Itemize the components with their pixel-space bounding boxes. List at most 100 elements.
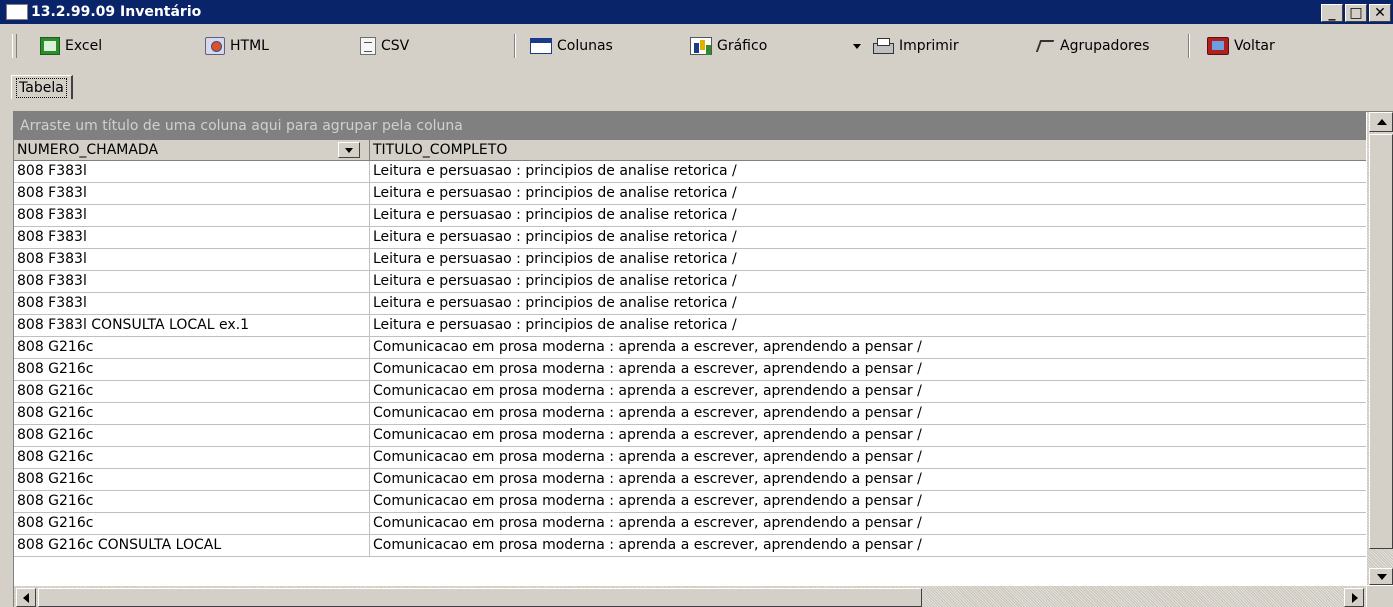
cell-numero-chamada[interactable]: 808 G216c [14, 337, 370, 358]
table-row[interactable]: 808 F383l Leitura e persuasao : principio… [14, 293, 1366, 315]
toolbar-separator [1188, 34, 1190, 58]
cell-numero-chamada[interactable]: 808 F383l [14, 227, 370, 248]
cell-titulo-completo[interactable]: Comunicacao em prosa moderna : aprenda a… [370, 425, 1366, 446]
tab-tabela[interactable]: Tabela [11, 75, 73, 99]
grid-body: 808 F383l Leitura e persuasao : principio… [14, 161, 1366, 557]
grafico-dropdown-arrow-icon[interactable] [853, 44, 861, 49]
column-header-label: TITULO_COMPLETO [373, 142, 508, 158]
scroll-right-arrow-icon[interactable] [1344, 588, 1364, 607]
maximize-button[interactable]: □ [1345, 4, 1367, 22]
cell-numero-chamada[interactable]: 808 G216c [14, 491, 370, 512]
voltar-button[interactable]: Voltar [1207, 34, 1275, 58]
table-row[interactable]: 808 F383l Leitura e persuasao : principio… [14, 205, 1366, 227]
data-grid: Arraste um título de uma coluna aqui par… [13, 111, 1393, 607]
cell-titulo-completo[interactable]: Leitura e persuasao : principios de anal… [370, 205, 1366, 226]
agrupadores-label: Agrupadores [1060, 38, 1150, 54]
cell-titulo-completo[interactable]: Leitura e persuasao : principios de anal… [370, 161, 1366, 182]
cell-numero-chamada[interactable]: 808 G216c [14, 513, 370, 534]
excel-label: Excel [65, 38, 103, 54]
toolbar: Excel HTML CSV Colunas Gráfico Imprimir … [0, 26, 1393, 66]
cell-numero-chamada[interactable]: 808 F383l [14, 271, 370, 292]
table-row[interactable]: 808 F383l Leitura e persuasao : principio… [14, 271, 1366, 293]
chart-icon [690, 37, 712, 55]
scroll-left-arrow-icon[interactable] [16, 588, 36, 607]
cell-titulo-completo[interactable]: Leitura e persuasao : principios de anal… [370, 293, 1366, 314]
cell-numero-chamada[interactable]: 808 G216c [14, 381, 370, 402]
grafico-label: Gráfico [717, 38, 768, 54]
html-label: HTML [230, 38, 269, 54]
cell-numero-chamada[interactable]: 808 G216c [14, 403, 370, 424]
html-button[interactable]: HTML [205, 34, 269, 58]
grouping-icon [1035, 37, 1055, 55]
csv-icon [360, 37, 376, 55]
table-row[interactable]: 808 G216c Comunicacao em prosa moderna : … [14, 337, 1366, 359]
cell-numero-chamada[interactable]: 808 F383l CONSULTA LOCAL ex.1 [14, 315, 370, 336]
scroll-up-arrow-icon[interactable] [1369, 112, 1393, 132]
cell-titulo-completo[interactable]: Comunicacao em prosa moderna : aprenda a… [370, 381, 1366, 402]
agrupadores-button[interactable]: Agrupadores [1035, 34, 1149, 58]
cell-titulo-completo[interactable]: Comunicacao em prosa moderna : aprenda a… [370, 469, 1366, 490]
table-row[interactable]: 808 F383l Leitura e persuasao : principio… [14, 183, 1366, 205]
toolbar-grip[interactable] [12, 34, 17, 58]
vertical-scrollbar[interactable] [1367, 112, 1393, 585]
cell-numero-chamada[interactable]: 808 G216c [14, 469, 370, 490]
column-filter-dropdown-icon[interactable] [338, 142, 360, 158]
colunas-button[interactable]: Colunas [530, 34, 613, 58]
table-row[interactable]: 808 F383l Leitura e persuasao : principio… [14, 249, 1366, 271]
cell-numero-chamada[interactable]: 808 F383l [14, 293, 370, 314]
close-button[interactable]: ✕ [1369, 4, 1391, 22]
cell-titulo-completo[interactable]: Comunicacao em prosa moderna : aprenda a… [370, 359, 1366, 380]
cell-numero-chamada[interactable]: 808 G216c CONSULTA LOCAL [14, 535, 370, 556]
horizontal-scroll-thumb[interactable] [38, 588, 922, 607]
table-row[interactable]: 808 F383l CONSULTA LOCAL ex.1 Leitura e p… [14, 315, 1366, 337]
table-row[interactable]: 808 G216c Comunicacao em prosa moderna : … [14, 491, 1366, 513]
tab-tabela-label: Tabela [16, 77, 67, 98]
cell-numero-chamada[interactable]: 808 F383l [14, 161, 370, 182]
cell-numero-chamada[interactable]: 808 F383l [14, 205, 370, 226]
cell-numero-chamada[interactable]: 808 G216c [14, 425, 370, 446]
scroll-down-arrow-icon[interactable] [1369, 568, 1393, 585]
table-row[interactable]: 808 F383l Leitura e persuasao : principio… [14, 227, 1366, 249]
cell-titulo-completo[interactable]: Leitura e persuasao : principios de anal… [370, 227, 1366, 248]
imprimir-button[interactable]: Imprimir [872, 34, 959, 58]
window-title: 13.2.99.09 Inventário [31, 4, 202, 20]
table-row[interactable]: 808 G216c Comunicacao em prosa moderna : … [14, 359, 1366, 381]
minimize-button[interactable]: _ [1321, 4, 1343, 22]
table-row[interactable]: 808 G216c Comunicacao em prosa moderna : … [14, 425, 1366, 447]
vertical-scroll-thumb[interactable] [1369, 134, 1393, 549]
cell-titulo-completo[interactable]: Leitura e persuasao : principios de anal… [370, 271, 1366, 292]
cell-titulo-completo[interactable]: Comunicacao em prosa moderna : aprenda a… [370, 337, 1366, 358]
excel-icon [40, 37, 60, 55]
cell-numero-chamada[interactable]: 808 G216c [14, 447, 370, 468]
cell-titulo-completo[interactable]: Leitura e persuasao : principios de anal… [370, 183, 1366, 204]
window-titlebar[interactable]: 13.2.99.09 Inventário _ □ ✕ [0, 0, 1393, 24]
table-row[interactable]: 808 G216c Comunicacao em prosa moderna : … [14, 381, 1366, 403]
grafico-button[interactable]: Gráfico [690, 34, 767, 58]
cell-numero-chamada[interactable]: 808 F383l [14, 183, 370, 204]
excel-button[interactable]: Excel [40, 34, 102, 58]
csv-button[interactable]: CSV [360, 34, 409, 58]
table-row[interactable]: 808 G216c Comunicacao em prosa moderna : … [14, 447, 1366, 469]
cell-titulo-completo[interactable]: Comunicacao em prosa moderna : aprenda a… [370, 535, 1366, 556]
table-row[interactable]: 808 G216c Comunicacao em prosa moderna : … [14, 403, 1366, 425]
columns-icon [530, 38, 552, 54]
cell-titulo-completo[interactable]: Comunicacao em prosa moderna : aprenda a… [370, 513, 1366, 534]
cell-titulo-completo[interactable]: Leitura e persuasao : principios de anal… [370, 249, 1366, 270]
table-row[interactable]: 808 G216c Comunicacao em prosa moderna : … [14, 469, 1366, 491]
table-row[interactable]: 808 G216c Comunicacao em prosa moderna : … [14, 513, 1366, 535]
horizontal-scrollbar[interactable] [14, 586, 1366, 607]
printer-icon [872, 37, 894, 55]
colunas-label: Colunas [557, 38, 613, 54]
cell-numero-chamada[interactable]: 808 G216c [14, 359, 370, 380]
cell-numero-chamada[interactable]: 808 F383l [14, 249, 370, 270]
cell-titulo-completo[interactable]: Comunicacao em prosa moderna : aprenda a… [370, 491, 1366, 512]
column-header-numero-chamada[interactable]: NUMERO_CHAMADA [14, 140, 370, 160]
cell-titulo-completo[interactable]: Leitura e persuasao : principios de anal… [370, 315, 1366, 336]
cell-titulo-completo[interactable]: Comunicacao em prosa moderna : aprenda a… [370, 447, 1366, 468]
table-row[interactable]: 808 G216c CONSULTA LOCAL Comunicacao em p… [14, 535, 1366, 557]
cell-titulo-completo[interactable]: Comunicacao em prosa moderna : aprenda a… [370, 403, 1366, 424]
column-header-titulo-completo[interactable]: TITULO_COMPLETO [370, 140, 1366, 160]
table-row[interactable]: 808 F383l Leitura e persuasao : principio… [14, 161, 1366, 183]
html-icon [205, 37, 225, 55]
group-by-drop-area[interactable]: Arraste um título de uma coluna aqui par… [14, 112, 1366, 140]
